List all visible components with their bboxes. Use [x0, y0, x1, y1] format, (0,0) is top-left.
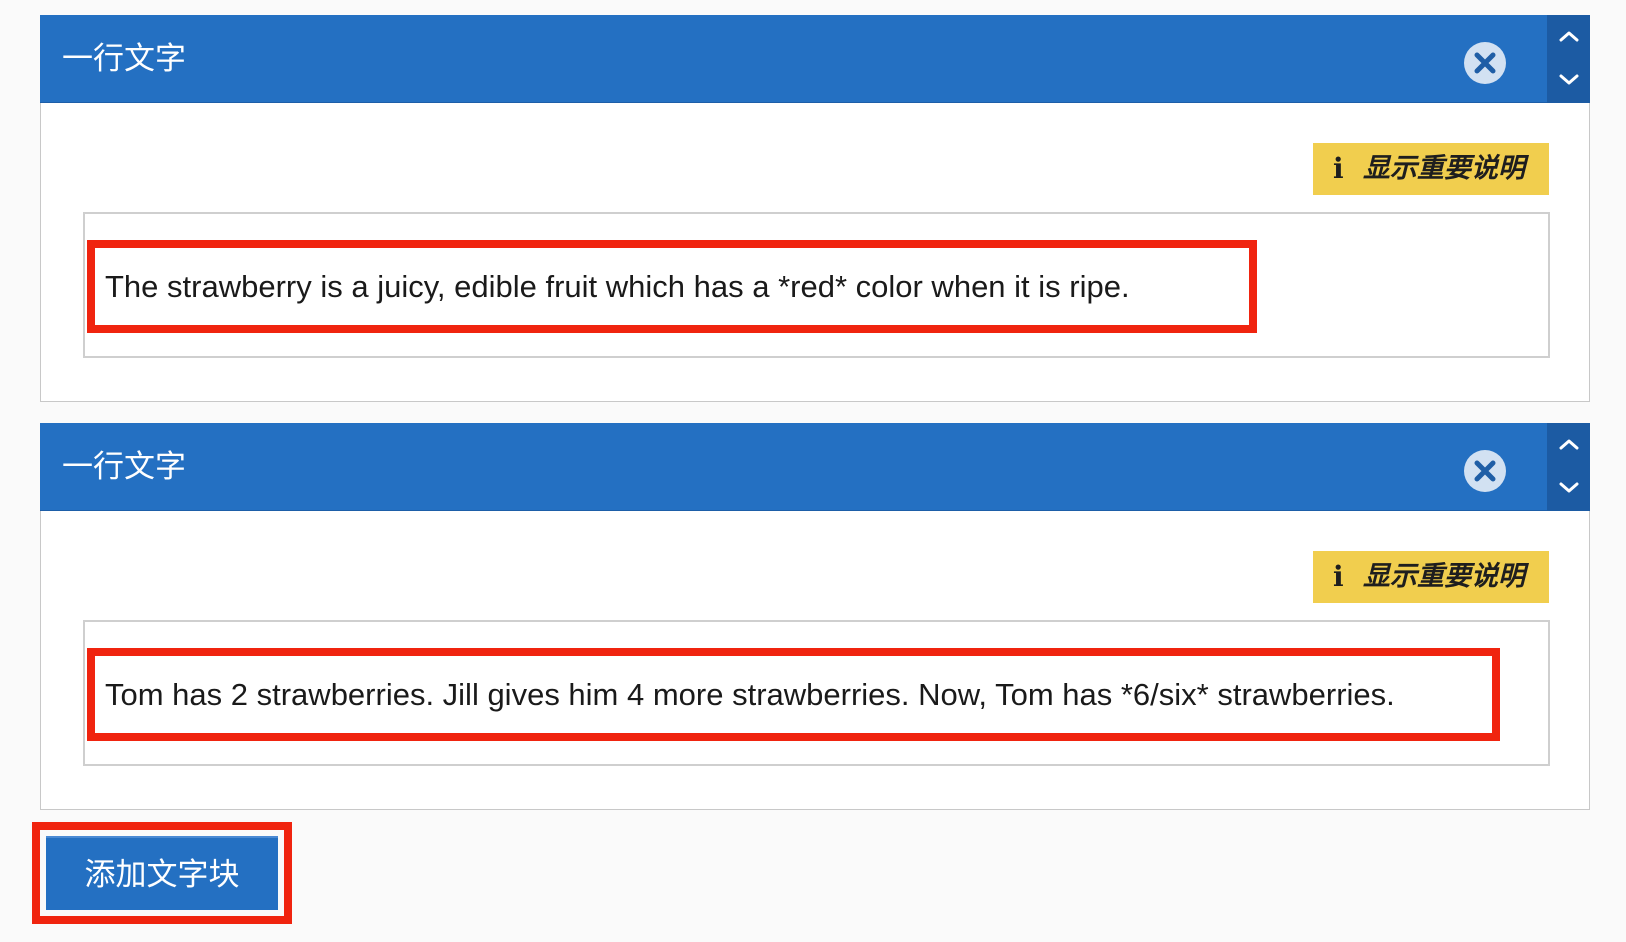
text-value: The strawberry is a juicy, edible fruit … [105, 269, 1130, 304]
sort-controls [1547, 423, 1590, 511]
block-title: 一行文字 [62, 449, 186, 485]
show-instructions-label: 显示重要说明 [1363, 153, 1525, 184]
close-icon[interactable] [1464, 42, 1506, 84]
add-button-highlight: 添加文字块 [32, 822, 292, 924]
show-instructions-button[interactable]: i 显示重要说明 [1313, 551, 1549, 603]
block-header: 一行文字 [40, 423, 1590, 511]
block-title: 一行文字 [62, 41, 186, 77]
add-text-block-button[interactable]: 添加文字块 [46, 836, 278, 910]
info-icon: i [1333, 152, 1344, 185]
chevron-up-icon[interactable] [1547, 423, 1590, 467]
text-block-1: 一行文字 i 显示重要说明 The strawberry is a juicy,… [40, 15, 1590, 402]
show-instructions-label: 显示重要说明 [1363, 561, 1525, 592]
chevron-down-icon[interactable] [1547, 467, 1590, 511]
block-header: 一行文字 [40, 15, 1590, 103]
close-icon[interactable] [1464, 450, 1506, 492]
text-block-2: 一行文字 i 显示重要说明 Tom has 2 strawberries. Ji… [40, 423, 1590, 810]
text-input[interactable]: The strawberry is a juicy, edible fruit … [83, 212, 1550, 358]
text-value: Tom has 2 strawberries. Jill gives him 4… [105, 677, 1395, 712]
text-input[interactable]: Tom has 2 strawberries. Jill gives him 4… [83, 620, 1550, 766]
sort-controls [1547, 15, 1590, 103]
chevron-up-icon[interactable] [1547, 15, 1590, 59]
page: 一行文字 i 显示重要说明 The strawberry is a juicy,… [0, 0, 1626, 942]
show-instructions-button[interactable]: i 显示重要说明 [1313, 143, 1549, 195]
info-icon: i [1333, 560, 1344, 593]
chevron-down-icon[interactable] [1547, 59, 1590, 103]
